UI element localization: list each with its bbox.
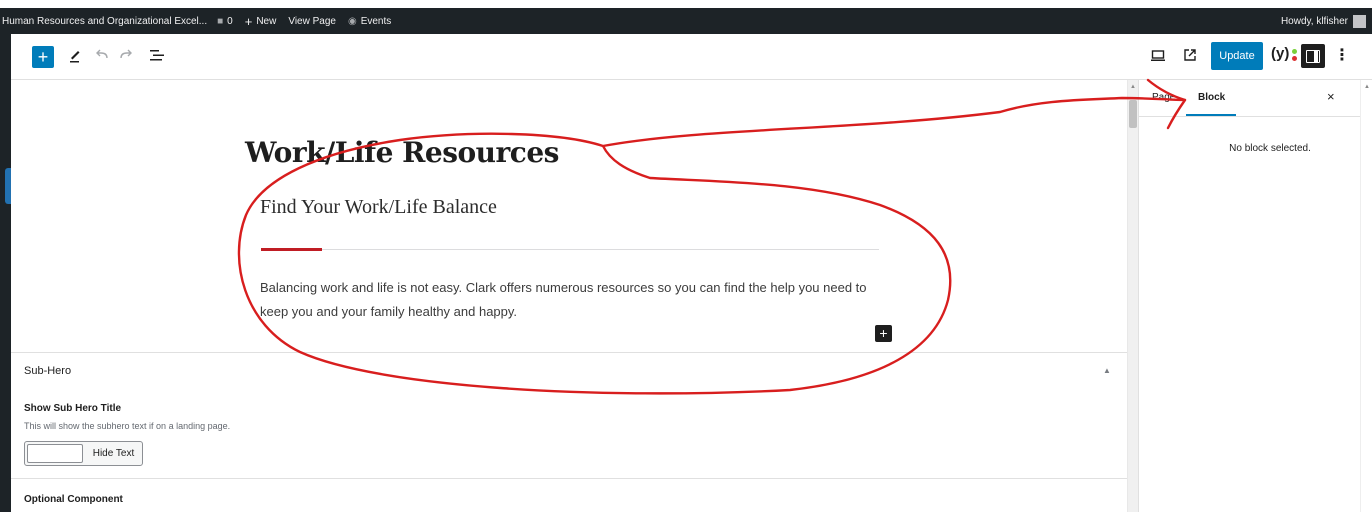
plus-icon: +: [244, 13, 253, 29]
admin-bar-new[interactable]: + New: [245, 8, 277, 34]
preview-desktop-icon[interactable]: [1150, 47, 1166, 69]
options-menu-icon[interactable]: ⋮: [1334, 46, 1350, 66]
seo-score-dots-icon: [1292, 49, 1297, 63]
scroll-up-arrow-icon[interactable]: ▲: [1130, 84, 1136, 90]
document-overview-icon[interactable]: [149, 47, 165, 69]
show-sub-hero-description: This will show the subhero text if on a …: [24, 421, 231, 431]
comment-icon: ■: [217, 15, 224, 27]
editor-canvas[interactable]: Work/Life Resources Find Your Work/Life …: [11, 80, 1127, 352]
no-block-message: No block selected.: [1229, 143, 1311, 154]
editor-header: + Update (y) ⋮: [11, 34, 1372, 80]
tab-page[interactable]: Page: [1152, 92, 1175, 103]
toggle-label: Hide Text: [92, 448, 135, 459]
tab-block[interactable]: Block: [1198, 92, 1225, 103]
redo-icon[interactable]: [119, 47, 133, 69]
separator-accent: [261, 248, 322, 251]
scrollbar-thumb[interactable]: [1129, 100, 1137, 128]
sidebar-scroll-up-arrow-icon[interactable]: ▲: [1364, 84, 1370, 90]
avatar: [1353, 14, 1366, 28]
canvas-scrollbar[interactable]: ▲: [1127, 80, 1138, 512]
show-sub-hero-label: Show Sub Hero Title: [24, 403, 122, 414]
undo-icon-svg: [96, 49, 108, 59]
admin-bar-site-name[interactable]: Human Resources and Organizational Excel…: [2, 8, 207, 34]
edit-pencil-icon[interactable]: [68, 47, 82, 69]
admin-bar-events[interactable]: ◉ Events: [348, 8, 391, 34]
subtitle-heading[interactable]: Find Your Work/Life Balance: [260, 196, 497, 219]
block-inserter-button[interactable]: +: [32, 46, 54, 68]
admin-bar-view-page[interactable]: View Page: [288, 8, 336, 34]
events-icon: ◉: [347, 15, 357, 27]
toggle-knob: [27, 444, 83, 463]
optional-component-label: Optional Component: [24, 494, 123, 505]
meta-divider: [11, 478, 1127, 479]
new-label: New: [256, 15, 277, 27]
update-button[interactable]: Update: [1211, 42, 1263, 70]
settings-sidebar-toggle[interactable]: [1301, 44, 1325, 68]
external-link-icon-svg: [1184, 49, 1196, 61]
active-tab-indicator: [1186, 114, 1236, 116]
page-title[interactable]: Work/Life Resources: [245, 136, 559, 169]
events-label: Events: [360, 15, 392, 27]
admin-menu-edge: [0, 34, 11, 512]
separator-line: [261, 249, 879, 250]
yoast-logo-icon: (y): [1271, 45, 1290, 62]
add-block-button[interactable]: +: [875, 325, 892, 342]
admin-bar-account[interactable]: Howdy, klfisher: [1281, 8, 1366, 34]
yoast-seo-button[interactable]: (y): [1271, 45, 1297, 67]
settings-sidebar: Page Block × No block selected.: [1138, 80, 1361, 512]
pencil-icon-svg: [70, 51, 80, 63]
howdy-text: Howdy, klfisher: [1280, 15, 1348, 27]
hide-text-toggle[interactable]: Hide Text: [24, 441, 143, 466]
sub-hero-panel-title[interactable]: Sub-Hero: [24, 365, 71, 377]
comments-count: 0: [227, 15, 233, 27]
list-view-icon-svg: [150, 50, 164, 61]
sidebar-tabs: Page Block ×: [1139, 80, 1361, 117]
admin-bar-comments[interactable]: ■ 0: [217, 8, 233, 34]
close-icon[interactable]: ×: [1327, 89, 1335, 104]
admin-bar: Human Resources and Organizational Excel…: [0, 8, 1372, 34]
collapse-panel-icon[interactable]: ▲: [1103, 366, 1111, 375]
desktop-icon-svg: [1151, 50, 1165, 61]
intro-paragraph[interactable]: Balancing work and life is not easy. Cla…: [260, 276, 880, 324]
view-post-external-icon[interactable]: [1182, 47, 1198, 69]
redo-icon-svg: [120, 49, 132, 59]
meta-boxes-area: Sub-Hero ▲ Show Sub Hero Title This will…: [11, 352, 1127, 512]
sidebar-scrollbar[interactable]: ▲: [1360, 80, 1372, 512]
undo-icon[interactable]: [95, 47, 109, 69]
